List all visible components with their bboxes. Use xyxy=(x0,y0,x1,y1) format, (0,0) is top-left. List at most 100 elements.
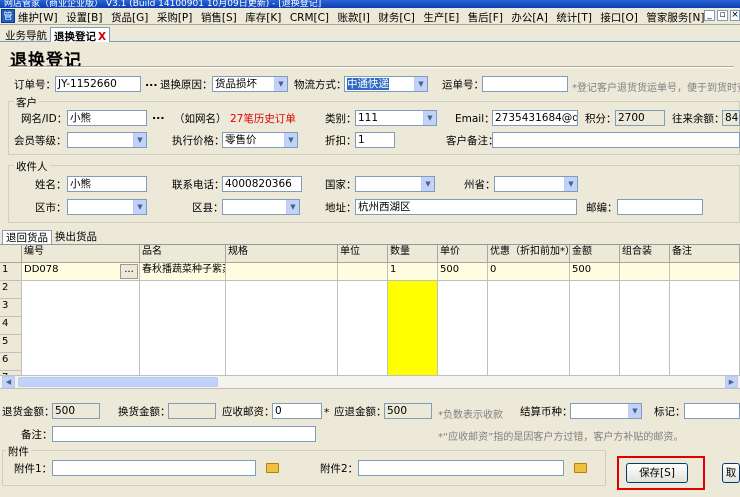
chevron-down-icon[interactable]: ▼ xyxy=(284,133,297,147)
tab-return-register[interactable]: 退换登记 X xyxy=(50,27,111,43)
column-header-discount[interactable]: 优惠（折扣前加*） xyxy=(488,245,570,263)
scroll-thumb[interactable] xyxy=(18,377,218,387)
grid-empty-area[interactable] xyxy=(226,281,338,389)
chevron-down-icon[interactable]: ▼ xyxy=(564,177,577,191)
country-select[interactable]: ▼ xyxy=(355,176,435,192)
logistics-select[interactable]: 中通快递 ▼ xyxy=(344,76,428,92)
column-header-note[interactable]: 备注 xyxy=(670,245,740,263)
chevron-down-icon[interactable]: ▼ xyxy=(414,77,427,91)
phone-field[interactable]: 4000820366 xyxy=(222,176,302,192)
cell-note[interactable] xyxy=(670,263,740,281)
column-header-code[interactable]: 编号 xyxy=(22,245,140,263)
cell-spec[interactable] xyxy=(226,263,338,281)
column-header-qty[interactable]: 数量 xyxy=(388,245,438,263)
menu-item-goods[interactable]: 货品[G] xyxy=(111,12,148,24)
scroll-right-icon[interactable]: ▶ xyxy=(725,376,738,388)
mark-field[interactable] xyxy=(684,403,740,419)
menu-item-stats[interactable]: 统计[T] xyxy=(556,12,592,24)
menu-item-finance[interactable]: 财务[C] xyxy=(378,12,415,24)
column-header-spec[interactable]: 规格 xyxy=(226,245,338,263)
app-icon[interactable]: 管 xyxy=(1,9,15,23)
customer-lookup-button[interactable]: ... xyxy=(152,109,165,122)
tab-close-icon[interactable]: X xyxy=(98,31,106,43)
chevron-down-icon[interactable]: ▼ xyxy=(628,404,641,418)
menu-item-aftersale[interactable]: 售后[F] xyxy=(468,12,503,24)
close-window-icon[interactable]: × xyxy=(730,10,740,21)
column-header-amount[interactable]: 金额 xyxy=(570,245,620,263)
grid-empty-area[interactable] xyxy=(438,281,488,389)
scroll-left-icon[interactable]: ◀ xyxy=(2,376,15,388)
cell-qty[interactable]: 1 xyxy=(388,263,438,281)
province-select[interactable]: ▼ xyxy=(494,176,578,192)
column-header-combo[interactable]: 组合装 xyxy=(620,245,670,263)
attachment2-field[interactable] xyxy=(358,460,564,476)
menu-item-settings[interactable]: 设置[B] xyxy=(66,12,102,24)
chevron-down-icon[interactable]: ▼ xyxy=(286,200,299,214)
attachment1-field[interactable] xyxy=(52,460,256,476)
tab-exchanged-goods[interactable]: 换出货品 xyxy=(52,230,100,244)
menu-item-inventory[interactable]: 库存[K] xyxy=(245,12,281,24)
save-button[interactable]: 保存[S] xyxy=(626,463,688,483)
reason-select[interactable]: 货品损坏 ▼ xyxy=(212,76,288,92)
grid-empty-area[interactable] xyxy=(620,281,670,389)
price-type-select[interactable]: 零售价 ▼ xyxy=(222,132,298,148)
grid-empty-area[interactable] xyxy=(338,281,388,389)
menu-item-crm[interactable]: CRM[C] xyxy=(290,12,329,24)
menu-item-accounts[interactable]: 账款[I] xyxy=(338,12,370,24)
grid-empty-area[interactable] xyxy=(570,281,620,389)
discount-field[interactable]: 1 xyxy=(355,132,395,148)
grid-empty-area[interactable] xyxy=(22,281,140,389)
column-header-name[interactable]: 品名 xyxy=(140,245,226,263)
qty-highlight-column[interactable] xyxy=(388,281,438,389)
tab-returned-goods[interactable]: 退回货品 xyxy=(2,230,52,244)
order-lookup-button[interactable]: ... xyxy=(145,76,158,89)
code-lookup-button[interactable]: ... xyxy=(120,264,138,279)
menu-item-office[interactable]: 办公[A] xyxy=(511,12,547,24)
grid-empty-area[interactable] xyxy=(670,281,740,389)
close-button[interactable]: 取 xyxy=(722,463,740,483)
district-select[interactable]: ▼ xyxy=(222,199,300,215)
customer-name-field[interactable]: 小熊 xyxy=(67,110,147,126)
chevron-down-icon[interactable]: ▼ xyxy=(421,177,434,191)
menu-item-sales[interactable]: 销售[S] xyxy=(201,12,237,24)
chevron-down-icon[interactable]: ▼ xyxy=(423,111,436,125)
grid-empty-area[interactable] xyxy=(140,281,226,389)
waybill-field[interactable] xyxy=(482,76,568,92)
customer-type-select[interactable]: 111 ▼ xyxy=(355,110,437,126)
member-level-select[interactable]: ▼ xyxy=(67,132,147,148)
cell-price[interactable]: 500 xyxy=(438,263,488,281)
cell-combo[interactable] xyxy=(620,263,670,281)
cell-amount[interactable]: 500 xyxy=(570,263,620,281)
chevron-down-icon[interactable]: ▼ xyxy=(274,77,287,91)
menu-item-service[interactable]: 管家服务[N] xyxy=(646,12,704,24)
zip-field[interactable] xyxy=(617,199,703,215)
menu-item-interface[interactable]: 接口[O] xyxy=(600,12,637,24)
tab-business-nav[interactable]: 业务导航 xyxy=(2,27,50,42)
city-select[interactable]: ▼ xyxy=(67,199,147,215)
note-field[interactable] xyxy=(52,426,316,442)
history-orders-link[interactable]: 27笔历史订单 xyxy=(230,112,296,126)
postage-field[interactable]: 0 xyxy=(272,403,322,419)
order-no-field[interactable]: JY-1152660 xyxy=(55,76,141,92)
cell-name[interactable]: 春秋播蔬菜种子紫苏 xyxy=(140,263,226,281)
horizontal-scrollbar[interactable]: ◀ ▶ xyxy=(0,375,740,388)
cell-code[interactable]: DD078... xyxy=(22,263,140,281)
receiver-name-field[interactable]: 小熊 xyxy=(67,176,147,192)
email-field[interactable]: 2735431684@qq.com xyxy=(492,110,578,126)
column-header-price[interactable]: 单价 xyxy=(438,245,488,263)
cell-discount[interactable]: 0 xyxy=(488,263,570,281)
restore-icon[interactable]: ▫ xyxy=(717,10,728,21)
chevron-down-icon[interactable]: ▼ xyxy=(133,133,146,147)
currency-select[interactable]: ▼ xyxy=(570,403,642,419)
folder-icon[interactable] xyxy=(574,463,587,473)
menu-item-maintain[interactable]: 维护[W] xyxy=(18,12,58,24)
chevron-down-icon[interactable]: ▼ xyxy=(133,200,146,214)
customer-remark-field[interactable] xyxy=(492,132,740,148)
minimize-icon[interactable]: _ xyxy=(704,10,715,21)
column-header-unit[interactable]: 单位 xyxy=(338,245,388,263)
cell-unit[interactable] xyxy=(338,263,388,281)
folder-icon[interactable] xyxy=(266,463,279,473)
address-field[interactable]: 杭州西湖区 xyxy=(355,199,577,215)
menu-item-production[interactable]: 生产[E] xyxy=(423,12,459,24)
menu-item-purchase[interactable]: 采购[P] xyxy=(157,12,193,24)
